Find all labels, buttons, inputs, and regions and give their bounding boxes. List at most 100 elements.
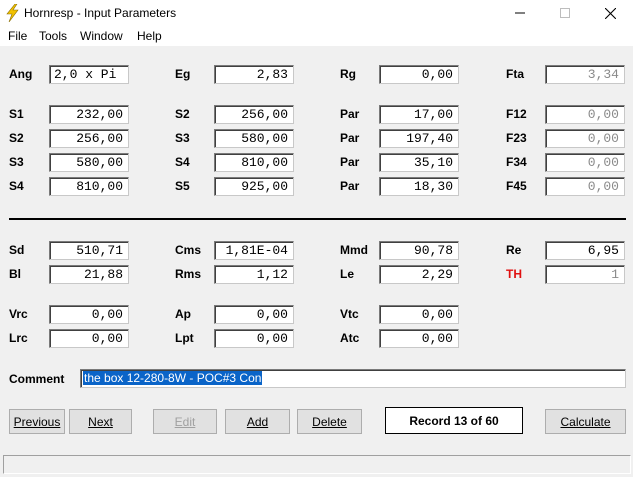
param-field-bl[interactable]: 21,88 bbox=[49, 265, 129, 284]
menu-bar: File Tools Window Help bbox=[0, 26, 633, 46]
param-field-par-1[interactable]: 17,00 bbox=[379, 105, 459, 124]
delete-button-label: Delete bbox=[312, 414, 347, 429]
title-bar: Hornresp - Input Parameters bbox=[0, 0, 633, 26]
param-field-lrc[interactable]: 0,00 bbox=[49, 329, 129, 348]
param-label-cms: Cms bbox=[175, 243, 202, 257]
param-field-rg[interactable]: 0,00 bbox=[379, 65, 459, 84]
param-label-eg: Eg bbox=[175, 67, 191, 81]
param-label-lpt: Lpt bbox=[175, 331, 194, 345]
param-field-s1[interactable]: 232,00 bbox=[49, 105, 129, 124]
param-field-vtc[interactable]: 0,00 bbox=[379, 305, 459, 324]
param-field-ap[interactable]: 0,00 bbox=[214, 305, 294, 324]
param-field-le[interactable]: 2,29 bbox=[379, 265, 459, 284]
edit-button-label: Edit bbox=[174, 414, 196, 429]
param-field-rms[interactable]: 1,12 bbox=[214, 265, 294, 284]
param-label-re: Re bbox=[506, 243, 522, 257]
param-field-s3-b[interactable]: 580,00 bbox=[49, 153, 129, 172]
param-label-rg: Rg bbox=[340, 67, 356, 81]
menu-window[interactable]: Window bbox=[80, 29, 123, 43]
param-label-lrc: Lrc bbox=[9, 331, 28, 345]
param-label-ap: Ap bbox=[175, 307, 191, 321]
param-label-vtc: Vtc bbox=[340, 307, 359, 321]
param-label-f12: F12 bbox=[506, 107, 527, 121]
param-label-f45: F45 bbox=[506, 179, 527, 193]
param-field-f34: 0,00 bbox=[545, 153, 625, 172]
param-field-f45: 0,00 bbox=[545, 177, 625, 196]
comment-input[interactable]: the box 12-280-8W - POC#3 Con bbox=[80, 369, 626, 388]
param-field-s3[interactable]: 580,00 bbox=[214, 129, 294, 148]
param-field-eg[interactable]: 2,83 bbox=[214, 65, 294, 84]
param-label-s4: S4 bbox=[175, 155, 190, 169]
minimize-icon bbox=[515, 12, 525, 14]
section-divider bbox=[9, 218, 626, 220]
next-button[interactable]: Next bbox=[69, 409, 132, 434]
comment-label: Comment bbox=[9, 372, 65, 386]
delete-button[interactable]: Delete bbox=[297, 409, 362, 434]
param-field-par-3[interactable]: 35,10 bbox=[379, 153, 459, 172]
maximize-icon bbox=[560, 8, 570, 18]
param-field-mmd[interactable]: 90,78 bbox=[379, 241, 459, 260]
param-field-par-2[interactable]: 197,40 bbox=[379, 129, 459, 148]
status-bar bbox=[3, 455, 631, 474]
maximize-button bbox=[542, 0, 588, 26]
param-field-s2-b[interactable]: 256,00 bbox=[49, 129, 129, 148]
calculate-button-label: Calculate bbox=[560, 414, 611, 429]
window-title: Hornresp - Input Parameters bbox=[24, 6, 177, 20]
calculate-button[interactable]: Calculate bbox=[545, 409, 626, 434]
param-label-par-4: Par bbox=[340, 179, 360, 193]
param-label-f34: F34 bbox=[506, 155, 527, 169]
param-label-s1: S1 bbox=[9, 107, 24, 121]
param-field-s2[interactable]: 256,00 bbox=[214, 105, 294, 124]
param-field-lpt[interactable]: 0,00 bbox=[214, 329, 294, 348]
param-label-vrc: Vrc bbox=[9, 307, 28, 321]
menu-file[interactable]: File bbox=[8, 29, 27, 43]
param-label-ang: Ang bbox=[9, 67, 33, 81]
param-label-bl: Bl bbox=[9, 267, 21, 281]
minimize-button[interactable] bbox=[497, 0, 543, 26]
close-button[interactable] bbox=[587, 0, 633, 26]
param-field-ang[interactable]: 2,0 x Pi bbox=[49, 65, 129, 84]
param-field-th: 1 bbox=[545, 265, 625, 284]
param-label-par-1: Par bbox=[340, 107, 360, 121]
param-field-par-4[interactable]: 18,30 bbox=[379, 177, 459, 196]
param-field-sd[interactable]: 510,71 bbox=[49, 241, 129, 260]
close-icon bbox=[604, 7, 616, 19]
lightning-icon bbox=[6, 4, 19, 22]
param-label-atc: Atc bbox=[340, 331, 360, 345]
param-label-s5: S5 bbox=[175, 179, 190, 193]
param-field-s4-b[interactable]: 810,00 bbox=[49, 177, 129, 196]
param-label-f23: F23 bbox=[506, 131, 527, 145]
previous-button[interactable]: Previous bbox=[9, 409, 65, 434]
param-label-s3-b: S3 bbox=[9, 155, 24, 169]
param-field-s5[interactable]: 925,00 bbox=[214, 177, 294, 196]
param-field-atc[interactable]: 0,00 bbox=[379, 329, 459, 348]
param-label-fta: Fta bbox=[506, 67, 524, 81]
param-label-s3: S3 bbox=[175, 131, 190, 145]
edit-button: Edit bbox=[153, 409, 217, 434]
param-field-s4[interactable]: 810,00 bbox=[214, 153, 294, 172]
param-label-th[interactable]: TH bbox=[506, 267, 522, 281]
param-label-sd: Sd bbox=[9, 243, 25, 257]
record-indicator: Record 13 of 60 bbox=[385, 407, 523, 434]
param-label-mmd: Mmd bbox=[340, 243, 368, 257]
param-label-s4-b: S4 bbox=[9, 179, 24, 193]
next-button-label: Next bbox=[88, 414, 113, 429]
param-label-par-3: Par bbox=[340, 155, 360, 169]
previous-button-label: Previous bbox=[13, 414, 61, 429]
param-field-f23: 0,00 bbox=[545, 129, 625, 148]
param-label-s2: S2 bbox=[175, 107, 190, 121]
param-label-rms: Rms bbox=[175, 267, 202, 281]
param-field-f12: 0,00 bbox=[545, 105, 625, 124]
param-label-par-2: Par bbox=[340, 131, 360, 145]
add-button[interactable]: Add bbox=[225, 409, 290, 434]
comment-selected-text: the box 12-280-8W - POC#3 Con bbox=[83, 371, 263, 385]
param-field-re[interactable]: 6,95 bbox=[545, 241, 625, 260]
param-field-fta: 3,34 bbox=[545, 65, 625, 84]
menu-help[interactable]: Help bbox=[137, 29, 162, 43]
param-label-le: Le bbox=[340, 267, 355, 281]
param-field-cms[interactable]: 1,81E-04 bbox=[214, 241, 294, 260]
add-button-label: Add bbox=[246, 414, 269, 429]
param-label-s2-b: S2 bbox=[9, 131, 24, 145]
param-field-vrc[interactable]: 0,00 bbox=[49, 305, 129, 324]
menu-tools[interactable]: Tools bbox=[39, 29, 67, 43]
